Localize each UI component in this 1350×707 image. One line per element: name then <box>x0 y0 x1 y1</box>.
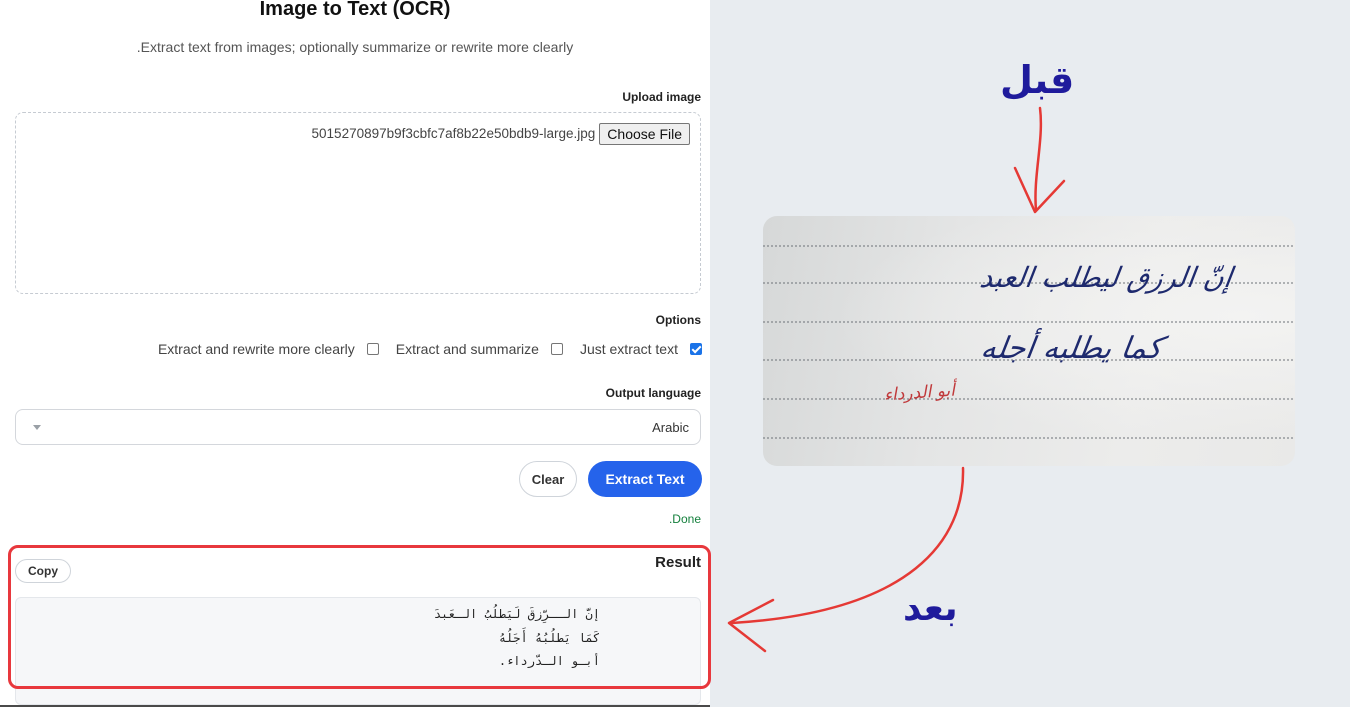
choose-file-button[interactable]: Choose File <box>599 123 690 145</box>
output-language-select[interactable]: Arabic <box>15 409 701 445</box>
arrow-down-to-photo <box>1013 106 1066 214</box>
option-rewrite[interactable]: Extract and rewrite more clearly <box>158 341 379 357</box>
selected-language: Arabic <box>652 420 689 435</box>
clear-button[interactable]: Clear <box>519 461 577 497</box>
options-label: Options <box>655 313 701 327</box>
option-label: Just extract text <box>579 341 678 357</box>
extract-text-button[interactable]: Extract Text <box>588 461 702 497</box>
arrow-shaft <box>1034 106 1043 212</box>
result-title: Result <box>655 554 701 571</box>
output-language-label: Output language <box>605 386 701 400</box>
handwritten-source-photo: إنّ الرزق ليطلب العبد كما يطلبه أجله أبو… <box>763 216 1295 466</box>
just-extract-checkbox[interactable] <box>690 343 702 355</box>
summarize-checkbox[interactable] <box>550 343 563 355</box>
rewrite-checkbox[interactable] <box>366 343 379 355</box>
copy-button[interactable]: Copy <box>15 559 71 583</box>
result-line: إنَّ الــرِّزقَ لَيَطلُبُ الـعَبدَ <box>433 607 600 621</box>
ocr-app-panel: Image to Text (OCR) .Extract text from i… <box>0 0 710 707</box>
options-group: Just extract text Extract and summarize … <box>158 341 702 357</box>
result-line: أبـو الـدّرداء. <box>498 654 600 668</box>
handwriting-line: كما يطلبه أجله <box>978 331 1165 366</box>
caret-down-icon <box>33 425 41 430</box>
before-label: قبل <box>1000 58 1075 102</box>
handwriting-line: إنّ الرزق ليطلب العبد <box>978 261 1235 294</box>
upload-label: Upload image <box>622 90 701 104</box>
page-title: Image to Text (OCR) <box>259 0 451 20</box>
status-message: .Done <box>668 512 701 526</box>
arrow-head <box>1013 166 1066 214</box>
option-label: Extract and summarize <box>395 341 539 357</box>
after-label: بعد <box>903 588 958 629</box>
result-line: كَمَا يَطلُبُهُ أَجَلُهُ <box>498 630 600 645</box>
option-label: Extract and rewrite more clearly <box>157 341 355 357</box>
file-input[interactable]: 5015270897b9f3cbfc7af8b22e50bdb9-large.j… <box>312 123 690 145</box>
arrow-head <box>727 598 775 653</box>
selected-file-name: 5015270897b9f3cbfc7af8b22e50bdb9-large.j… <box>311 126 596 141</box>
option-summarize[interactable]: Extract and summarize <box>396 341 563 357</box>
option-just-extract[interactable]: Just extract text <box>580 341 702 357</box>
page-subtitle: .Extract text from images; optionally su… <box>136 39 574 55</box>
result-output[interactable]: إنَّ الــرِّزقَ لَيَطلُبُ الـعَبدَ كَمَا… <box>15 597 701 705</box>
